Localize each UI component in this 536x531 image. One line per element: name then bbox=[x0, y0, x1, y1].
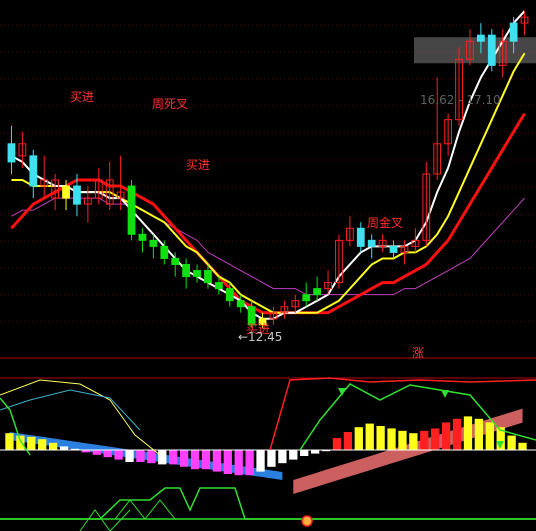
candle-body bbox=[389, 245, 398, 253]
candle-body bbox=[138, 233, 147, 241]
golden-cross-label: 周金叉 bbox=[367, 216, 404, 230]
candle-body bbox=[476, 34, 485, 42]
signal-line bbox=[0, 487, 536, 520]
macd-bar bbox=[409, 433, 418, 450]
down-arrow-icon bbox=[338, 388, 346, 396]
low-price-label: ←12.45 bbox=[238, 330, 283, 344]
macd-bar bbox=[136, 450, 145, 462]
macd-bar bbox=[169, 450, 178, 465]
stock-chart: 买进 买进 买进 周死叉 周金叉 ←12.45 16.62 - 17.10 涨 bbox=[0, 0, 536, 531]
macd-bar bbox=[441, 422, 451, 450]
buy-label-2: 买进 bbox=[186, 158, 211, 172]
macd-bar bbox=[507, 435, 516, 450]
macd-bar bbox=[354, 427, 363, 450]
macd-bar bbox=[474, 418, 484, 450]
macd-bar bbox=[16, 435, 25, 450]
candle-body bbox=[356, 227, 365, 247]
macd-bar bbox=[234, 450, 243, 476]
macd-bar bbox=[452, 418, 462, 450]
range-band bbox=[414, 37, 536, 64]
macd-bar bbox=[332, 438, 342, 450]
buy-label-1: 买进 bbox=[70, 90, 95, 104]
candle-body bbox=[171, 257, 180, 265]
candle-body bbox=[62, 185, 70, 199]
candle-body bbox=[73, 185, 81, 205]
chart-canvas bbox=[0, 10, 536, 531]
candle-body bbox=[313, 288, 322, 296]
macd-bar bbox=[92, 450, 101, 455]
macd-bar bbox=[310, 450, 320, 454]
macd-bar bbox=[278, 450, 287, 464]
macd-bar bbox=[190, 450, 200, 470]
candle-body bbox=[160, 245, 169, 259]
candle-body bbox=[236, 300, 245, 308]
signal-dot-icon bbox=[301, 515, 313, 527]
macd-bar bbox=[245, 450, 254, 476]
dead-cross-label: 周死叉 bbox=[152, 97, 189, 111]
range-label: 16.62 - 17.10 bbox=[420, 93, 501, 107]
candle-body bbox=[204, 270, 212, 284]
macd-bar bbox=[387, 428, 396, 450]
macd-bar bbox=[201, 450, 211, 470]
candle-body bbox=[367, 239, 376, 247]
macd-bar bbox=[38, 439, 47, 450]
candle-body bbox=[225, 288, 234, 302]
macd-bar bbox=[300, 450, 309, 456]
macd-bar bbox=[267, 450, 276, 467]
macd-bar bbox=[431, 428, 440, 450]
macd-bar bbox=[289, 450, 298, 460]
candle-body bbox=[149, 239, 158, 247]
down-arrow-icon bbox=[441, 390, 449, 398]
macd-bar bbox=[158, 450, 167, 465]
macd-bar bbox=[179, 450, 189, 467]
macd-bar bbox=[103, 450, 112, 458]
macd-bar bbox=[420, 430, 429, 450]
candle-body bbox=[182, 263, 191, 278]
macd-bar bbox=[223, 450, 232, 474]
macd-bar bbox=[27, 436, 36, 450]
macd-bar bbox=[256, 450, 265, 472]
macd-pink-band bbox=[293, 408, 523, 494]
macd-bar bbox=[147, 450, 156, 464]
candle-body bbox=[302, 294, 311, 302]
signal-line bbox=[79, 509, 131, 531]
candle-body bbox=[193, 270, 201, 278]
candle-body bbox=[7, 143, 16, 163]
macd-bar bbox=[518, 442, 527, 450]
candle-body bbox=[29, 155, 38, 187]
candle-body bbox=[487, 34, 496, 66]
macd-bar bbox=[59, 446, 69, 450]
oscillator-line bbox=[0, 397, 31, 456]
rise-label: 涨 bbox=[412, 346, 425, 360]
macd-bar bbox=[125, 450, 134, 462]
macd-bar bbox=[343, 432, 353, 450]
macd-bar bbox=[365, 423, 374, 450]
macd-bar bbox=[485, 422, 494, 450]
macd-bar bbox=[5, 433, 14, 450]
macd-bar bbox=[376, 426, 385, 450]
macd-bar bbox=[212, 450, 222, 472]
candle-body bbox=[127, 185, 136, 235]
macd-bar bbox=[463, 416, 473, 450]
oscillator-line bbox=[0, 389, 141, 431]
candle-body bbox=[214, 282, 223, 290]
macd-bar bbox=[114, 450, 123, 460]
candle-body bbox=[509, 22, 518, 42]
macd-bar bbox=[48, 442, 58, 450]
macd-bar bbox=[398, 430, 407, 450]
ma-very-long-line bbox=[11, 197, 525, 296]
